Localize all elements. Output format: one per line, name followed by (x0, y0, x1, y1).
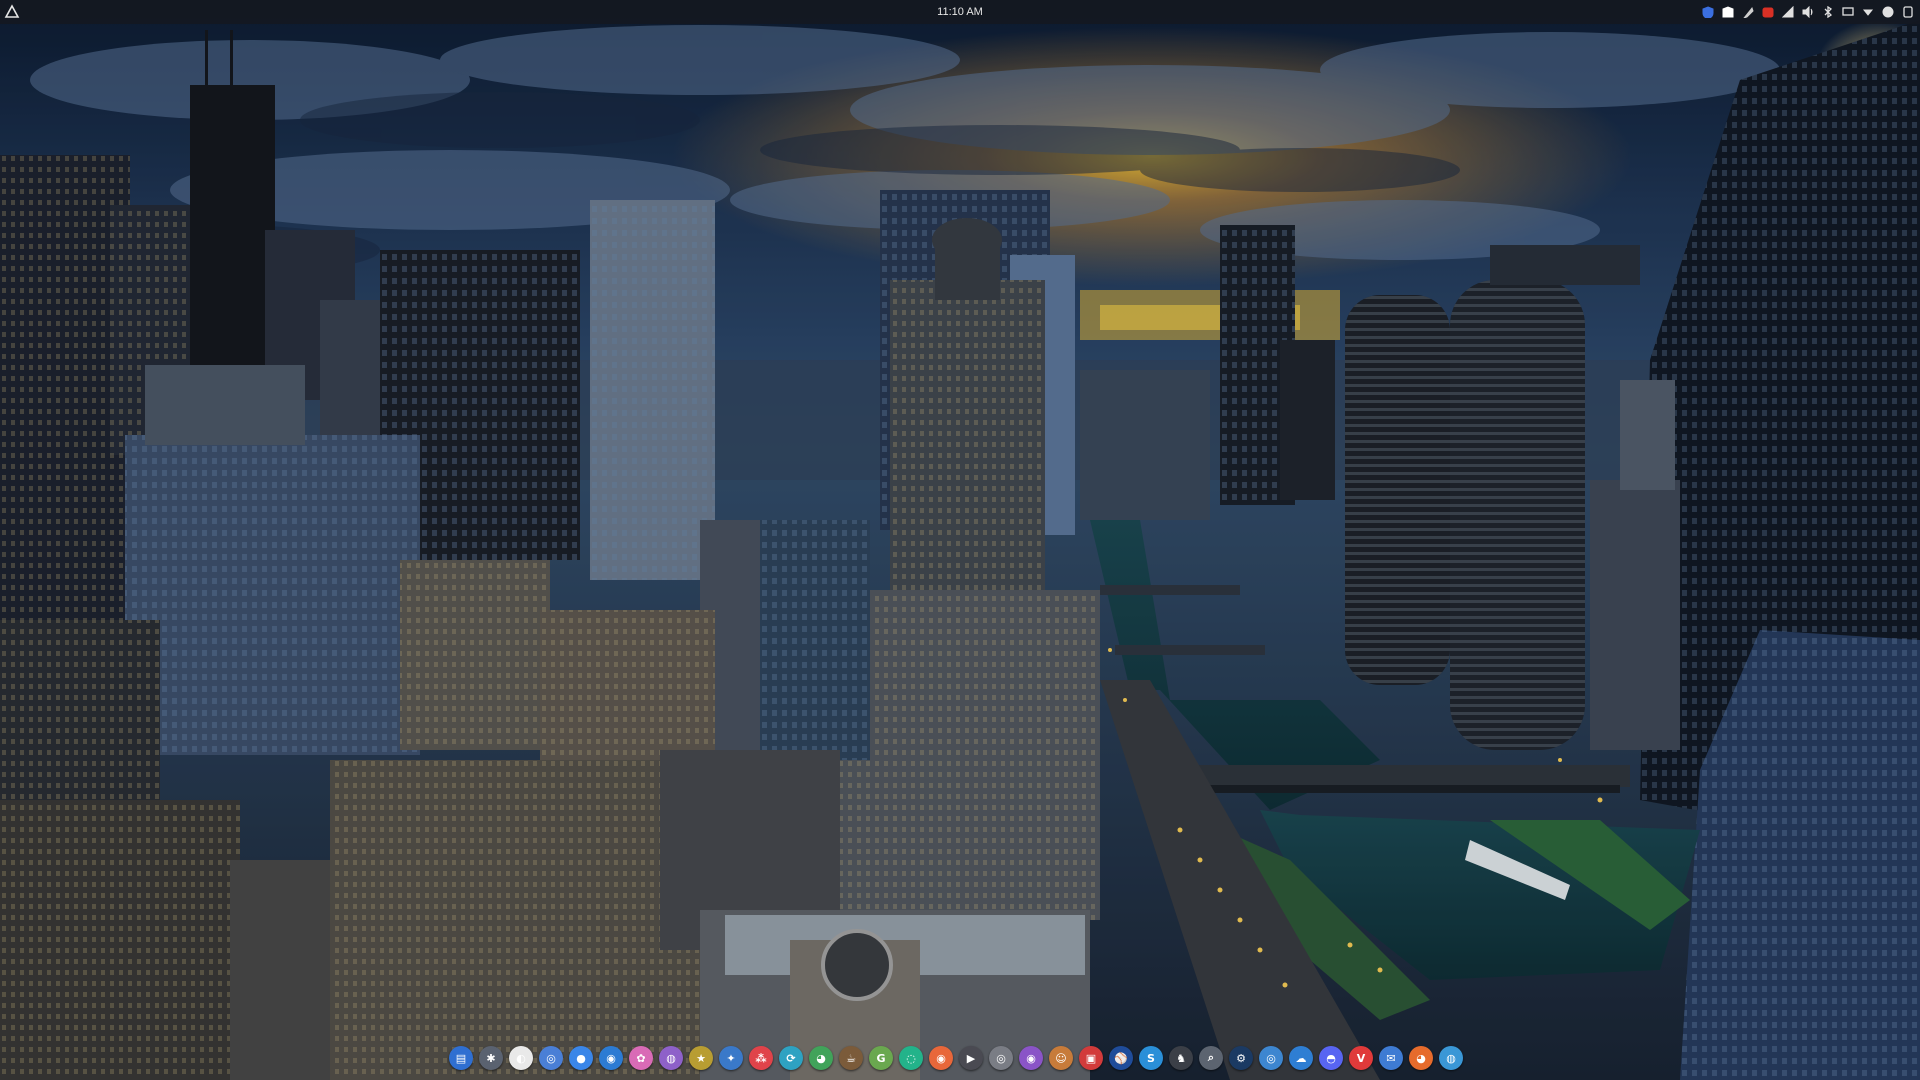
feather-icon (1743, 6, 1754, 18)
pinwheel-tray-button[interactable] (1878, 0, 1898, 24)
emoji-icon[interactable]: ☺ (1049, 1046, 1073, 1070)
photos-icon[interactable]: ✿ (629, 1046, 653, 1070)
network-icon (1782, 6, 1794, 18)
file-manager-icon[interactable]: ▤ (449, 1046, 473, 1070)
web-icon[interactable]: ◎ (1259, 1046, 1283, 1070)
update-icon[interactable]: ⟳ (779, 1046, 803, 1070)
helmet-icon[interactable]: ♞ (1169, 1046, 1193, 1070)
steam-icon[interactable]: ⚙ (1229, 1046, 1253, 1070)
dropdown-tray-button[interactable] (1858, 0, 1878, 24)
shield-tray-button[interactable] (1698, 0, 1718, 24)
gold-app-icon[interactable]: ★ (689, 1046, 713, 1070)
clock[interactable]: 11:10 AM (937, 6, 983, 18)
city-skyline-illustration (0, 0, 1920, 1080)
display-icon (1842, 7, 1854, 16)
brand-g-icon[interactable]: G (869, 1046, 893, 1070)
volume-icon (1802, 6, 1813, 18)
desktop-wallpaper (0, 0, 1920, 1080)
pinwheel-icon (1882, 6, 1894, 18)
dock: ▤ ✱ ◐ ◎ ● ◉ ✿ ◍ ★ ✦ ⁂ ⟳ ◕ ☕ G ◌ ◉ ▶ ◎ ◉ ☺ ▣ ⚾ S ♞ ⌕ ⚙ ◎ ☁ ◓ V ✉ ◕ ◍ (449, 1043, 1463, 1073)
chat-icon[interactable]: ◌ (899, 1046, 923, 1070)
chrome-icon[interactable]: ◕ (809, 1046, 833, 1070)
settings-icon[interactable]: ✱ (479, 1046, 503, 1070)
app-launcher-button[interactable] (2, 2, 22, 22)
compass-icon[interactable]: ◐ (509, 1046, 533, 1070)
mail-icon (1762, 7, 1774, 18)
world-icon[interactable]: ◍ (1439, 1046, 1463, 1070)
skype-icon[interactable]: S (1139, 1046, 1163, 1070)
browser-icon[interactable]: ◉ (599, 1046, 623, 1070)
shield-icon (1702, 6, 1714, 18)
bluetooth-tray-button[interactable] (1818, 0, 1838, 24)
bluetooth-icon (1824, 6, 1833, 18)
dropbox-tray-button[interactable] (1718, 0, 1738, 24)
power-icon (1903, 6, 1913, 18)
feather-tray-button[interactable] (1738, 0, 1758, 24)
system-tray (1698, 0, 1918, 24)
search-icon[interactable]: ⌕ (1199, 1046, 1223, 1070)
color-picker-icon[interactable]: ◍ (659, 1046, 683, 1070)
star-icon[interactable]: ✦ (719, 1046, 743, 1070)
mail-tray-button[interactable] (1758, 0, 1778, 24)
arch-triangle-icon (4, 4, 20, 18)
mixer-icon[interactable]: ⁂ (749, 1046, 773, 1070)
firefox-icon[interactable]: ◕ (1409, 1046, 1433, 1070)
play-icon[interactable]: ▶ (959, 1046, 983, 1070)
coffee-icon[interactable]: ☕ (839, 1046, 863, 1070)
clock-area: 11:10 AM (0, 0, 1920, 24)
vivaldi-icon[interactable]: V (1349, 1046, 1373, 1070)
network-tray-button[interactable] (1778, 0, 1798, 24)
discord-icon[interactable]: ◓ (1319, 1046, 1343, 1070)
top-panel: 11:10 AM (0, 0, 1920, 24)
mail-client-icon[interactable]: ✉ (1379, 1046, 1403, 1070)
cloud-icon[interactable]: ☁ (1289, 1046, 1313, 1070)
baseball-icon[interactable]: ⚾ (1109, 1046, 1133, 1070)
radio-icon[interactable]: ◉ (1019, 1046, 1043, 1070)
dropbox-icon (1722, 6, 1734, 18)
disc-icon[interactable]: ◎ (989, 1046, 1013, 1070)
display-tray-button[interactable] (1838, 0, 1858, 24)
power-tray-button[interactable] (1898, 0, 1918, 24)
dropdown-icon (1862, 9, 1874, 16)
chromium-icon[interactable]: ● (569, 1046, 593, 1070)
video-icon[interactable]: ▣ (1079, 1046, 1103, 1070)
globe-icon[interactable]: ◎ (539, 1046, 563, 1070)
camera-icon[interactable]: ◉ (929, 1046, 953, 1070)
volume-tray-button[interactable] (1798, 0, 1818, 24)
